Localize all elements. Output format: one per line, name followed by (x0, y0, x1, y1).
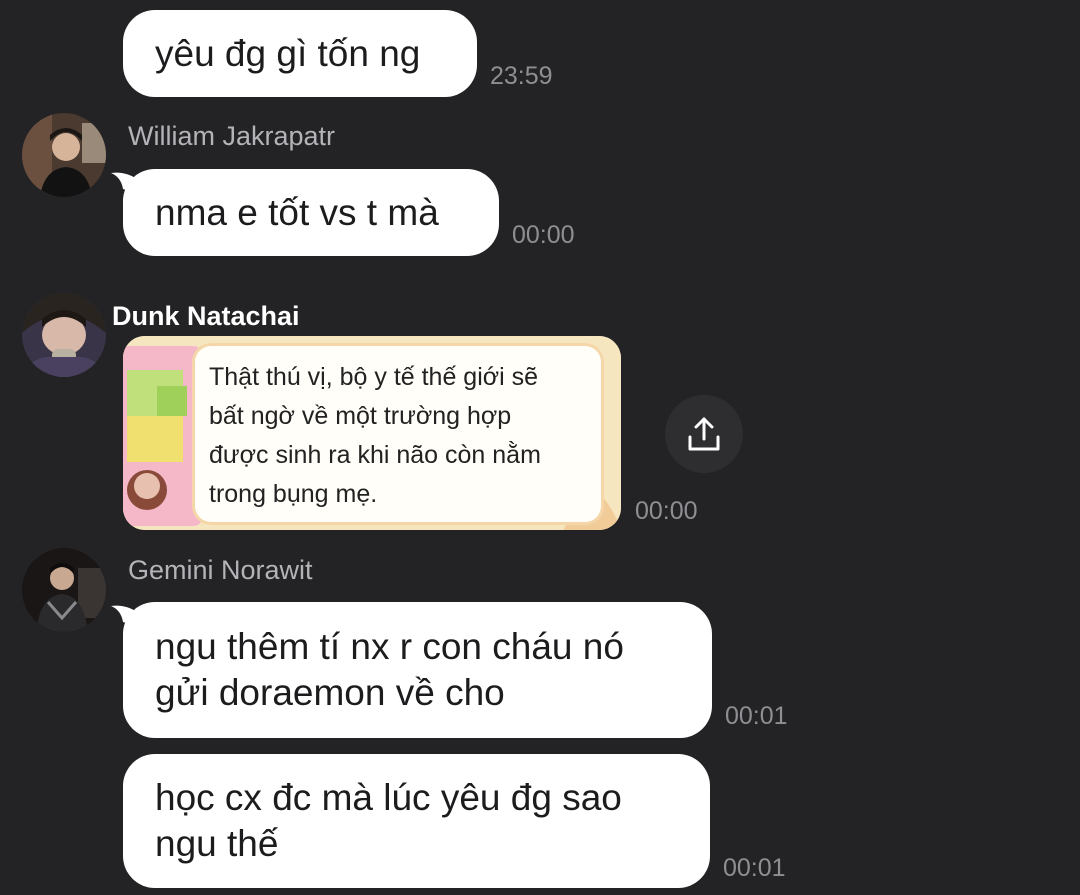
message-timestamp: 00:01 (723, 854, 786, 882)
message-timestamp: 00:00 (635, 497, 698, 525)
message-text: ngu thế (155, 823, 279, 864)
caption-line: được sinh ra khi não còn nằm (209, 441, 541, 469)
caption-line: trong bụng mẹ. (209, 480, 378, 508)
user-photo-avatar (22, 548, 106, 632)
message-text: học cx đc mà lúc yêu đg sao (155, 777, 622, 818)
caption-line: Thật thú vị, bộ y tế thế giới sẽ (209, 363, 539, 391)
message-bubble[interactable]: học cx đc mà lúc yêu đg sao ngu thế (123, 754, 710, 888)
message-bubble[interactable]: ngu thêm tí nx r con cháu nó gửi doraemo… (123, 602, 712, 738)
message-bubble[interactable]: nma e tốt vs t mà (123, 169, 499, 256)
sender-name: William Jakrapatr (128, 121, 336, 151)
sender-name: Dunk Natachai (112, 301, 300, 331)
avatar-gemini[interactable] (22, 548, 106, 632)
message-timestamp: 23:59 (490, 62, 553, 90)
message-text: yêu đg gì tốn ng (155, 32, 421, 74)
user-photo-avatar (22, 293, 106, 377)
message-text: gửi doraemon về cho (155, 672, 505, 713)
message-text: nma e tốt vs t mà (155, 191, 439, 233)
caption-line: bất ngờ về một trường hợp (209, 402, 512, 430)
avatar-william[interactable] (22, 113, 106, 197)
message-timestamp: 00:00 (512, 221, 575, 249)
share-button[interactable] (665, 395, 743, 473)
share-upload-icon (688, 417, 720, 451)
image-message[interactable]: Thật thú vị, bộ y tế thế giới sẽ bất ngờ… (123, 336, 621, 530)
message-timestamp: 00:01 (725, 702, 788, 730)
image-caption: Thật thú vị, bộ y tế thế giới sẽ bất ngờ… (209, 358, 599, 514)
user-photo-avatar (22, 113, 106, 197)
message-text: ngu thêm tí nx r con cháu nó (155, 626, 624, 667)
sender-name: Gemini Norawit (128, 555, 313, 585)
message-bubble[interactable]: yêu đg gì tốn ng (123, 10, 477, 97)
avatar-dunk[interactable] (22, 293, 106, 377)
